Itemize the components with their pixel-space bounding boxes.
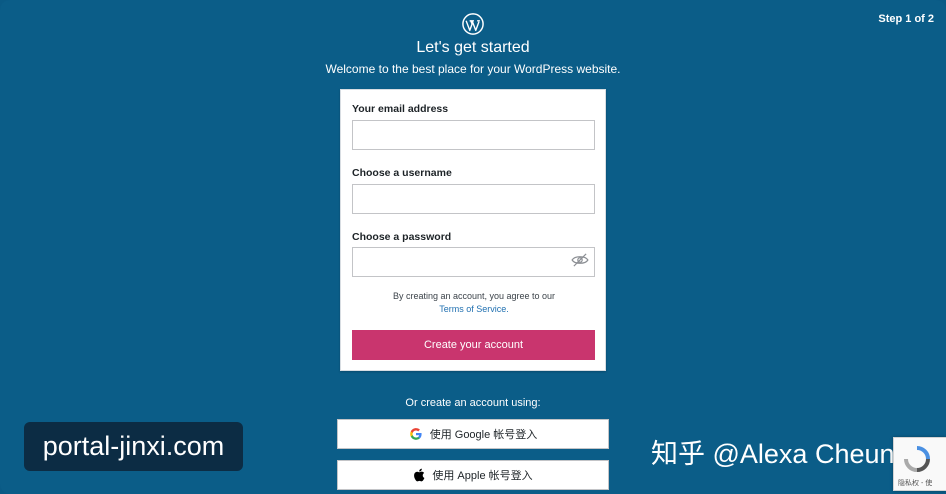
apple-signin-label: 使用 Apple 帐号登入 (432, 470, 533, 482)
apple-signin-button[interactable]: 使用 Apple 帐号登入 (337, 460, 609, 490)
page-title: Let's get started (416, 39, 530, 56)
terms-notice: By creating an account, you agree to our… (341, 290, 607, 316)
recaptcha-icon (904, 446, 930, 472)
or-create-text: Or create an account using: (405, 397, 541, 409)
recaptcha-privacy-text: 隐私权 - 使 (898, 480, 933, 487)
page-subtitle: Welcome to the best place for your WordP… (325, 62, 621, 76)
username-field[interactable] (352, 184, 595, 214)
wordpress-logo-icon (462, 13, 484, 35)
terms-of-service-link[interactable]: Terms of Service. (341, 303, 607, 316)
google-signin-button[interactable]: 使用 Google 帐号登入 (337, 419, 609, 449)
watermark-site: portal-jinxi.com (24, 422, 243, 471)
google-icon (409, 428, 422, 440)
signup-form-card: Your email address Choose a username Cho… (340, 89, 606, 371)
hide-password-icon[interactable] (571, 253, 589, 267)
create-account-button[interactable]: Create your account (352, 330, 595, 360)
watermark-author: 知乎 @Alexa Cheung (651, 439, 910, 469)
apple-icon (414, 468, 425, 482)
google-signin-label: 使用 Google 帐号登入 (429, 429, 538, 441)
email-label: Your email address (352, 103, 449, 115)
username-label: Choose a username (352, 167, 452, 179)
recaptcha-badge[interactable]: 隐私权 - 使 (893, 437, 946, 491)
password-field[interactable] (352, 247, 595, 277)
terms-text: By creating an account, you agree to our (392, 291, 556, 301)
email-field[interactable] (352, 120, 595, 150)
step-indicator: Step 1 of 2 (878, 13, 934, 25)
password-label: Choose a password (352, 231, 452, 243)
